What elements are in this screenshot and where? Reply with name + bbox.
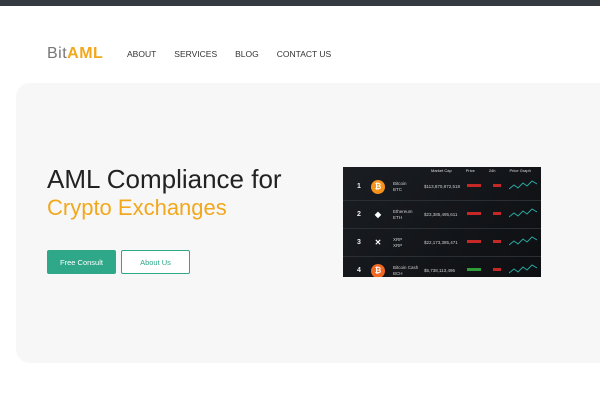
sparkline-icon <box>509 180 537 190</box>
coin-icon: ₿ <box>371 264 385 277</box>
coin-row: 1 ₿ Bitcoin BTC $113,870,872,518 <box>343 173 541 201</box>
price-mark <box>467 240 481 243</box>
sparkline-icon <box>509 236 537 246</box>
nav-about[interactable]: ABOUT <box>127 49 156 59</box>
top-bar <box>0 0 600 6</box>
coin-rank: 3 <box>357 239 361 246</box>
price-mark <box>467 268 481 271</box>
free-consult-button[interactable]: Free Consult <box>47 250 116 274</box>
change-mark <box>493 212 501 215</box>
main-nav: ABOUT SERVICES BLOG CONTACT US <box>127 49 331 59</box>
coin-icon: ◆ <box>374 210 382 219</box>
coin-cap: $23,385,495,611 <box>424 212 458 217</box>
coin-cap: $22,173,385,471 <box>424 240 458 245</box>
nav-blog[interactable]: BLOG <box>235 49 259 59</box>
coin-name: XRP XRP <box>393 237 403 248</box>
coin-icon: ✕ <box>374 238 382 247</box>
logo-part1: Bit <box>47 45 68 62</box>
hero-subtitle: Crypto Exchanges <box>47 195 227 220</box>
nav-services[interactable]: SERVICES <box>174 49 217 59</box>
price-mark <box>467 184 481 187</box>
sparkline-icon <box>509 208 537 218</box>
coin-row: 2 ◆ Ethereum ETH $23,385,495,611 <box>343 201 541 229</box>
logo-part2: AML <box>67 45 104 62</box>
coin-rank: 1 <box>357 183 361 190</box>
crypto-market-image: Market Cap Price 24h Price Graph 1 ₿ Bit… <box>343 167 541 277</box>
logo[interactable]: BitAML <box>47 45 103 63</box>
coin-cap: $113,870,872,518 <box>424 184 460 189</box>
change-mark <box>493 268 501 271</box>
change-mark <box>493 240 501 243</box>
sparkline-icon <box>509 264 537 274</box>
coin-name: Bitcoin Cash BCH <box>393 265 419 276</box>
coin-row: 3 ✕ XRP XRP $22,173,385,471 <box>343 229 541 257</box>
price-mark <box>467 212 481 215</box>
coin-name: Ethereum ETH <box>393 209 413 220</box>
coin-name: Bitcoin BTC <box>393 181 407 192</box>
coin-row: 4 ₿ Bitcoin Cash BCH $5,738,113,496 <box>343 257 541 277</box>
coin-rank: 4 <box>357 267 361 274</box>
hero-title: AML Compliance for <box>47 164 282 194</box>
about-us-button[interactable]: About Us <box>121 250 190 274</box>
change-mark <box>493 184 501 187</box>
coin-cap: $5,738,113,496 <box>424 268 455 273</box>
nav-contact[interactable]: CONTACT US <box>277 49 331 59</box>
coin-icon: ₿ <box>371 180 385 194</box>
coin-rank: 2 <box>357 211 361 218</box>
